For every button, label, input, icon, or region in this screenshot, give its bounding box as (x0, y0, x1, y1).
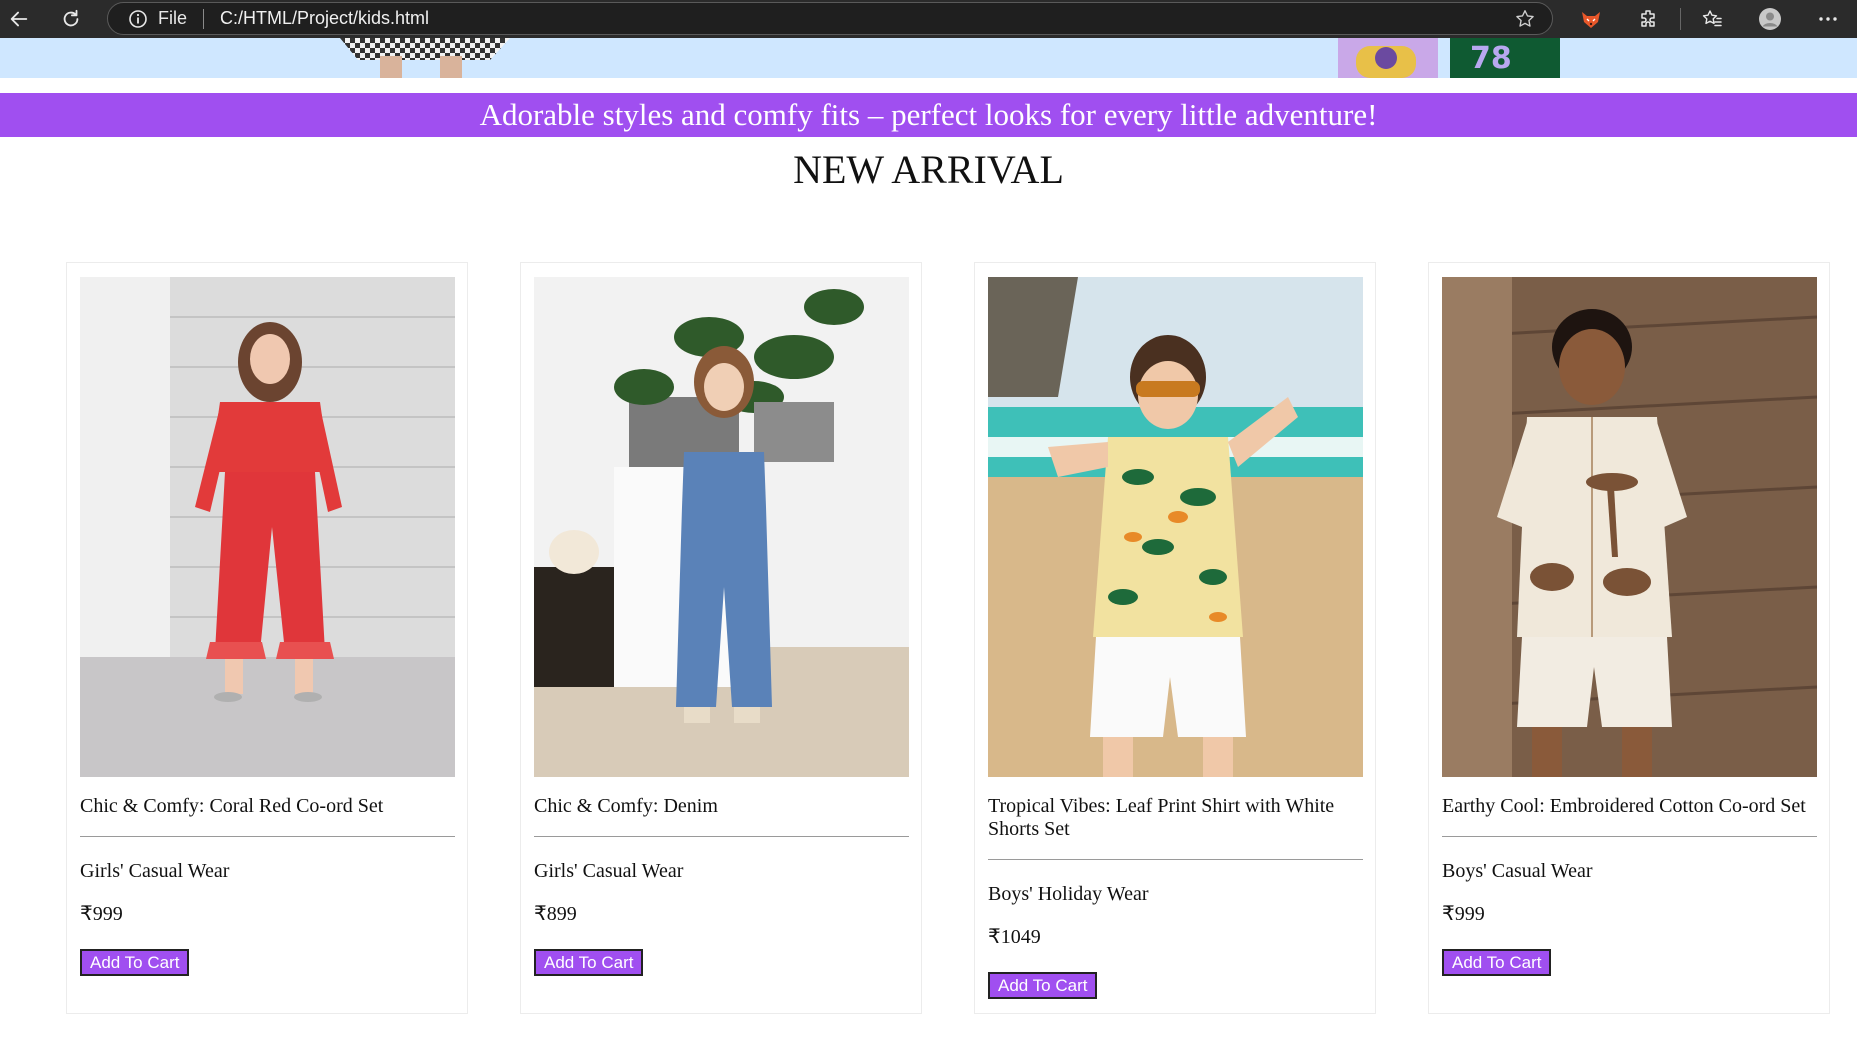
product-category: Boys' Holiday Wear (988, 883, 1149, 905)
tagline-banner: Adorable styles and comfy fits – perfect… (0, 93, 1857, 137)
extensions-button[interactable] (1620, 0, 1678, 38)
product-image[interactable] (80, 277, 455, 777)
embroidered-coord-set-photo (1442, 277, 1817, 777)
toolbar-actions (1562, 0, 1857, 38)
product-card: Chic & Comfy: Denim Girls' Casual Wear ₹… (520, 262, 922, 1014)
product-image[interactable] (534, 277, 909, 777)
product-divider (80, 836, 455, 837)
more-menu-button[interactable] (1799, 0, 1857, 38)
product-price: ₹1049 (988, 926, 1041, 948)
tropical-shirt-photo (988, 277, 1363, 777)
hero-children-image: 78 (1338, 38, 1560, 78)
favorites-button[interactable] (1683, 0, 1741, 38)
fox-extension-icon (1582, 12, 1600, 28)
product-name: Tropical Vibes: Leaf Print Shirt with Wh… (988, 795, 1335, 840)
url-text[interactable]: C:/HTML/Project/kids.html (220, 8, 429, 29)
add-to-cart-button[interactable]: Add To Cart (1442, 949, 1552, 976)
browser-toolbar: File C:/HTML/Project/kids.html (0, 0, 1857, 38)
hero-banner-image: 78 (0, 38, 1857, 78)
product-card: Tropical Vibes: Leaf Print Shirt with Wh… (974, 262, 1376, 1014)
product-price: ₹899 (534, 903, 577, 925)
reload-button[interactable] (52, 0, 90, 38)
add-to-cart-button[interactable]: Add To Cart (80, 949, 190, 976)
product-name: Chic & Comfy: Denim (534, 795, 718, 817)
product-divider (988, 859, 1363, 860)
address-bar[interactable]: File C:/HTML/Project/kids.html (107, 2, 1553, 35)
product-name: Earthy Cool: Embroidered Cotton Co-ord S… (1442, 795, 1806, 817)
puzzle-icon (1641, 10, 1655, 27)
add-to-cart-button[interactable]: Add To Cart (988, 972, 1098, 999)
product-card: Earthy Cool: Embroidered Cotton Co-ord S… (1428, 262, 1830, 1014)
product-divider (534, 836, 909, 837)
profile-avatar-icon (1759, 8, 1781, 30)
section-title: NEW ARRIVAL (793, 147, 1064, 192)
hero-child-legs-image (340, 38, 510, 78)
product-divider (1442, 836, 1817, 837)
bookmark-star-icon[interactable] (1514, 8, 1536, 30)
coral-coord-set-photo (80, 277, 455, 777)
file-scheme-label: File (158, 8, 188, 28)
product-name: Chic & Comfy: Coral Red Co-ord Set (80, 795, 384, 817)
product-category: Boys' Casual Wear (1442, 860, 1593, 882)
product-image[interactable] (1442, 277, 1817, 777)
svg-text:78: 78 (1470, 41, 1512, 76)
denim-jumpsuit-photo (534, 277, 909, 777)
toolbar-divider (1680, 8, 1681, 30)
product-card: Chic & Comfy: Coral Red Co-ord Set Girls… (66, 262, 468, 1014)
extension-fox-button[interactable] (1562, 0, 1620, 38)
add-to-cart-button[interactable]: Add To Cart (534, 949, 644, 976)
address-separator (203, 8, 205, 29)
favorites-icon (1702, 10, 1722, 27)
product-price: ₹999 (1442, 903, 1485, 925)
back-button[interactable] (0, 0, 38, 38)
product-price: ₹999 (80, 903, 123, 925)
reload-icon (63, 9, 79, 27)
back-arrow-icon (10, 11, 28, 27)
product-category: Girls' Casual Wear (534, 860, 684, 882)
info-icon[interactable] (128, 9, 148, 29)
more-dots-icon (1819, 17, 1837, 21)
profile-button[interactable] (1741, 0, 1799, 38)
product-image[interactable] (988, 277, 1363, 777)
product-category: Girls' Casual Wear (80, 860, 230, 882)
